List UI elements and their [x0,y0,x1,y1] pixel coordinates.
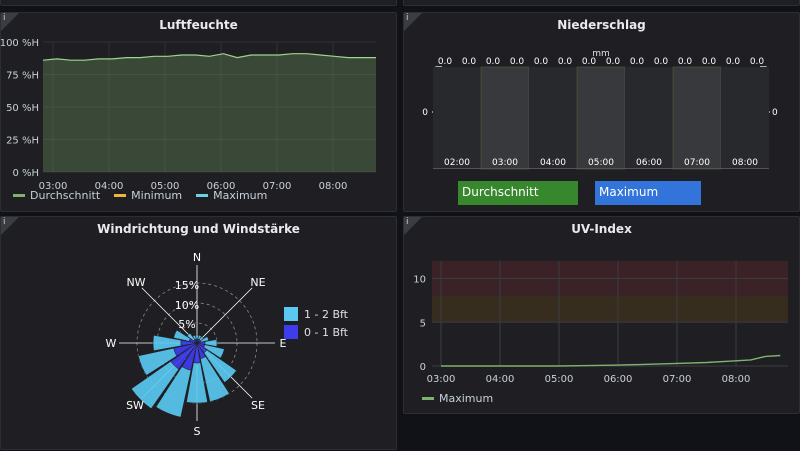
x-tick-label: 07:00 [663,374,692,385]
ring-label: 10% [175,299,199,312]
x-axis-line [433,168,769,169]
panel-top-right-partial [403,0,800,6]
y-tick-label: 25 %H [6,136,39,147]
bar-value-label: 0.0 [462,57,477,67]
x-tick-label: 08:00 [319,181,348,192]
time-column[interactable] [576,66,626,170]
legend-swatch [422,397,434,400]
y-tick-label: 0 [420,362,426,373]
direction-label: N [193,251,201,264]
legend-swatch [196,194,209,197]
uv-line [441,354,781,367]
x-tick-label: 02:00 [444,158,470,168]
average-button[interactable]: Durchschnitt [458,181,578,205]
ring-label: 5% [178,318,195,331]
legend-swatch [114,194,127,197]
legend-item-maximum[interactable]: Maximum [196,189,267,202]
legend-swatch [284,325,298,339]
x-tick-label: 03:00 [427,374,456,385]
x-tick-label: 08:00 [732,158,758,168]
direction-label: SE [251,399,265,412]
bar-value-label: 0.0 [486,57,501,67]
bar-value-label: 0.0 [534,57,549,67]
bar-value-label: 0.0 [438,57,453,67]
direction-spoke [196,287,253,344]
x-tick-label: 06:00 [636,158,662,168]
legend-label: Durchschnitt [30,189,101,202]
x-tick-label: 04:00 [486,374,515,385]
wind-panel[interactable]: i Windrichtung und Windstärke 15% 10% 5% N N… [0,216,397,450]
legend-swatch [13,194,25,197]
direction-label: NE [250,276,265,289]
y-tick-label: 75 %H [6,71,39,82]
direction-label: NW [126,276,145,289]
y-tick-label: 50 %H [6,103,39,114]
bar-value-label: 0.0 [654,57,669,67]
bar-value-label: 0.0 [630,57,645,67]
bar-value-label: 0.0 [726,57,741,67]
legend-label: Maximum [439,392,494,405]
panel-title[interactable]: UV-Index [404,222,799,236]
bar-value-label: 0.0 [510,57,525,67]
x-tick-label: 05:00 [545,374,574,385]
x-tick-label: 04:00 [540,158,566,168]
legend-item-maximum[interactable]: Maximum [422,392,493,405]
uv-band-moderate [432,296,788,323]
precip-panel[interactable]: i Niederschlag mm 0 0 02:00 0.0 0.0 03:00 0.0 0.… [403,12,800,212]
time-column[interactable] [529,67,577,169]
x-tick-label: 03:00 [492,158,518,168]
uv-panel[interactable]: i UV-Index 10 5 0 03:00 04:00 05:00 06:00 07:00… [403,216,800,414]
y-tick-label: 10 [413,275,426,286]
legend-label: 0 - 1 Bft [304,325,348,339]
bar-value-label: 0.0 [558,57,573,67]
humidity-area [43,53,376,173]
legend-label: Maximum [213,189,268,202]
legend-swatch [284,307,298,321]
time-column[interactable] [625,67,673,169]
wind-legend: 1 - 2 Bft 0 - 1 Bft [284,305,348,341]
ring-label: 15% [175,279,199,292]
y-tick-label: 0 %H [12,168,39,179]
legend-label: 1 - 2 Bft [304,307,348,321]
legend-item-0-1-bft[interactable]: 0 - 1 Bft [284,323,348,341]
y-zero-label: 0 [422,108,428,118]
panel-title[interactable]: Niederschlag [404,18,799,32]
bar-value-label: 0.0 [750,57,765,67]
legend-item-minimum[interactable]: Minimum [114,189,182,202]
panel-title[interactable]: Windrichtung und Windstärke [1,222,396,236]
x-tick-label: 07:00 [684,158,710,168]
humidity-panel[interactable]: i Luftfeuchte 100 %H 75 %H 50 %H 25 %H 0 %H 0… [0,12,397,212]
time-column[interactable] [721,67,769,169]
time-column[interactable] [672,66,722,170]
x-tick-label: 08:00 [722,374,751,385]
uv-chart: 10 5 003:00 04:00 05:00 06:00 07:00 08:00 [413,261,788,385]
humidity-legend: Durchschnitt Minimum Maximum [13,189,275,202]
y-zero-label-right: 0 [772,108,778,118]
time-column[interactable] [480,66,530,170]
humidity-chart: 100 %H75 %H50 %H25 %H0 %H03:00 04:00 05:00… [1,38,376,192]
y-tick-label: 100 %H [1,38,39,49]
x-tick-label: 05:00 [588,158,614,168]
panel-top-left-partial [0,0,397,6]
bar-value-label: 0.0 [678,57,693,67]
bar-value-label: 0.0 [606,57,621,67]
legend-item-1-2-bft[interactable]: 1 - 2 Bft [284,305,348,323]
precip-chart: mm0 002:000.0 0.003:000.0 0.004:000.0 0.005:… [422,49,778,170]
time-column[interactable] [433,67,481,169]
direction-label: SW [126,399,144,412]
bar-value-label: 0.0 [582,57,597,67]
panel-title[interactable]: Luftfeuchte [1,18,396,32]
x-tick-label: 06:00 [604,374,633,385]
uv-legend: Maximum [422,392,501,405]
legend-item-average[interactable]: Durchschnitt [13,189,100,202]
maximum-button[interactable]: Maximum [595,181,701,205]
bar-value-label: 0.0 [702,57,717,67]
direction-label: W [106,337,117,350]
wind-rose-chart: 15%10%5%NNEESESSWWNW [106,251,287,438]
legend-label: Minimum [131,189,183,202]
y-tick-label: 5 [420,318,426,329]
direction-label: S [194,425,201,438]
